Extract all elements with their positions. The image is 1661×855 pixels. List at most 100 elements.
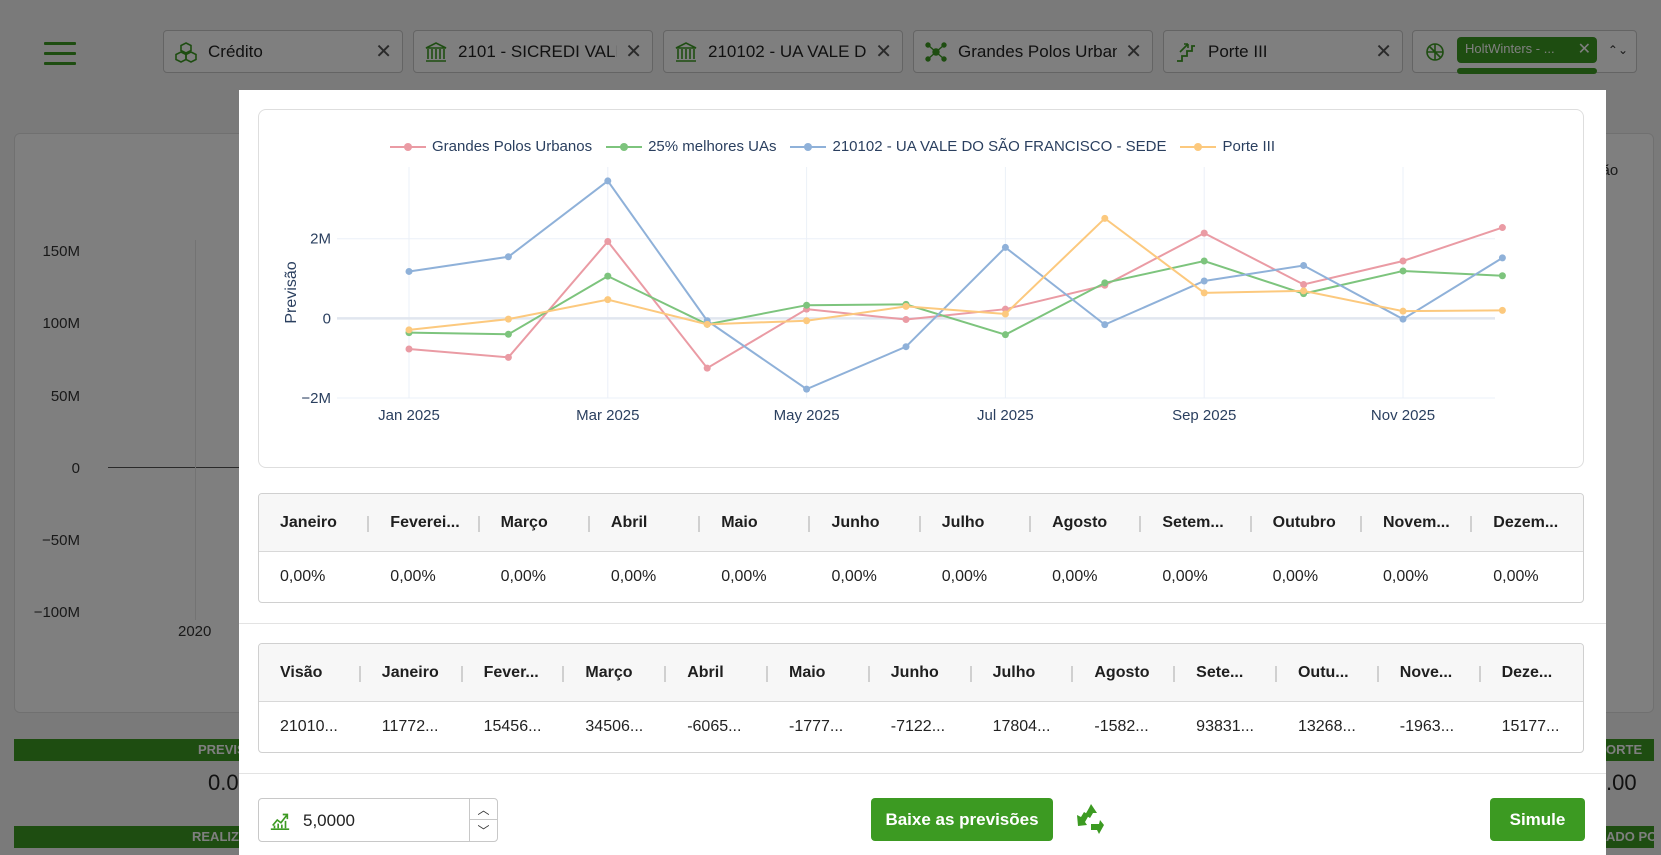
y-axis-title: Previsão	[283, 261, 300, 323]
column-header[interactable]: Feverei...	[369, 494, 480, 551]
simulate-button[interactable]: Simule	[1490, 798, 1585, 841]
data-point	[604, 177, 612, 185]
data-point	[1399, 307, 1407, 315]
data-point	[1498, 224, 1506, 232]
table-cell: 93831...	[1196, 718, 1254, 735]
column-header[interactable]: Março	[480, 494, 590, 551]
series-line	[408, 179, 1503, 391]
table-cell: 21010...	[280, 718, 338, 735]
column-header[interactable]: Deze...	[1481, 644, 1583, 701]
footer-divider	[239, 773, 1606, 774]
x-tick-label: Nov 2025	[1371, 407, 1435, 424]
data-point	[803, 385, 811, 393]
table-cell: 11772...	[381, 718, 439, 735]
column-header[interactable]: Agosto	[1031, 494, 1142, 551]
data-point	[902, 302, 910, 310]
data-point	[405, 345, 413, 353]
data-point	[703, 364, 711, 372]
column-header[interactable]: Dezem...	[1472, 494, 1582, 551]
data-point	[1399, 257, 1407, 265]
column-header[interactable]: Junho	[810, 494, 921, 551]
data-point	[504, 253, 512, 261]
column-header[interactable]: Julho	[972, 644, 1074, 701]
column-header[interactable]: Outubro	[1252, 494, 1362, 551]
table-cell: 0,00%	[1382, 568, 1429, 585]
table-cell: 0,00%	[1493, 568, 1539, 585]
x-tick-label: Jan 2025	[378, 407, 440, 424]
table-cell: 13268...	[1297, 718, 1356, 735]
data-point	[1498, 254, 1506, 262]
table-cell: 0,00%	[721, 568, 767, 585]
column-header[interactable]: Janeiro	[361, 644, 463, 701]
column-header[interactable]: Agosto	[1073, 644, 1175, 701]
column-header[interactable]: Novem...	[1362, 494, 1473, 551]
forecast-chart-card: Grandes Polos Urbanos 25% melhores UAs 210…	[258, 109, 1584, 468]
data-point	[1001, 331, 1009, 339]
section-divider	[239, 623, 1606, 624]
column-header[interactable]: Sete...	[1175, 644, 1277, 701]
percent-table-header: Janeiro Feverei... Março Abril Maio Junho Julh…	[259, 494, 1583, 552]
recycle-icon[interactable]	[1073, 801, 1109, 837]
column-header[interactable]: Visão	[259, 644, 361, 701]
table-row: 0,00% 0,00% 0,00% 0,00% 0,00% 0,00% 0,00% 0,00%…	[259, 552, 1583, 602]
table-cell: -1777...	[788, 718, 844, 735]
data-point	[1399, 267, 1407, 275]
chevron-down-icon[interactable]: ﹀	[470, 820, 497, 841]
data-point	[703, 320, 711, 328]
table-cell: 0,00%	[941, 568, 988, 585]
table-cell: 0,00%	[1162, 568, 1208, 585]
column-header[interactable]: Outu...	[1277, 644, 1379, 701]
table-cell: 15456...	[483, 718, 542, 735]
column-header[interactable]: Julho	[921, 494, 1032, 551]
series-3	[405, 214, 1506, 334]
column-header[interactable]: Janeiro	[259, 494, 370, 551]
column-header[interactable]: Setem...	[1141, 494, 1252, 551]
data-point	[1498, 306, 1506, 314]
table-cell: 0,00%	[610, 568, 657, 585]
chevron-up-icon[interactable]: ︿	[470, 799, 497, 820]
table-cell: 34506...	[585, 718, 644, 735]
data-point	[504, 315, 512, 323]
data-point	[604, 237, 612, 245]
column-header[interactable]: Abril	[590, 494, 701, 551]
table-cell: 0,00%	[280, 568, 326, 585]
data-point	[902, 316, 910, 324]
table-cell: 0,00%	[1052, 568, 1098, 585]
table-cell: 15177...	[1501, 718, 1560, 735]
percent-table: Janeiro Feverei... Março Abril Maio Junho Julh…	[258, 493, 1584, 603]
stepper-value[interactable]: 5,0000	[303, 811, 355, 831]
column-header[interactable]: Abril	[666, 644, 768, 701]
data-point	[1101, 214, 1109, 222]
column-header[interactable]: Fever...	[463, 644, 565, 701]
column-header[interactable]: Nove...	[1379, 644, 1481, 701]
data-point	[1001, 243, 1009, 251]
data-point	[1300, 280, 1308, 288]
x-tick-label: May 2025	[774, 407, 840, 424]
series-line	[408, 217, 1503, 331]
trend-up-icon	[270, 813, 290, 830]
data-point	[1200, 277, 1208, 285]
table-cell: -1582...	[1094, 718, 1149, 735]
table-cell: -7122...	[890, 718, 946, 735]
growth-stepper[interactable]: 5,0000 ︿ ﹀	[258, 798, 498, 842]
column-header[interactable]: Maio	[768, 644, 870, 701]
data-point	[405, 267, 413, 275]
data-point	[1399, 315, 1407, 323]
table-cell: 0,00%	[390, 568, 436, 585]
x-tick-label: Sep 2025	[1172, 407, 1236, 424]
data-point	[1300, 287, 1308, 295]
data-point	[803, 317, 811, 325]
data-point	[1300, 262, 1308, 270]
column-header[interactable]: Maio	[700, 494, 811, 551]
table-cell: -6065...	[687, 718, 742, 735]
data-point	[604, 296, 612, 304]
forecast-values-table: Visão Janeiro Fever... Março Abril Maio Junho J…	[258, 643, 1584, 753]
column-header[interactable]: Março	[564, 644, 666, 701]
data-point	[1101, 279, 1109, 287]
stepper-arrows: ︿ ﹀	[469, 799, 497, 841]
y-tick-label: 2M	[310, 231, 331, 248]
download-forecasts-button[interactable]: Baixe as previsões	[871, 798, 1053, 841]
data-point	[1001, 310, 1009, 318]
column-header[interactable]: Junho	[870, 644, 972, 701]
x-tick-label: Mar 2025	[576, 407, 639, 424]
